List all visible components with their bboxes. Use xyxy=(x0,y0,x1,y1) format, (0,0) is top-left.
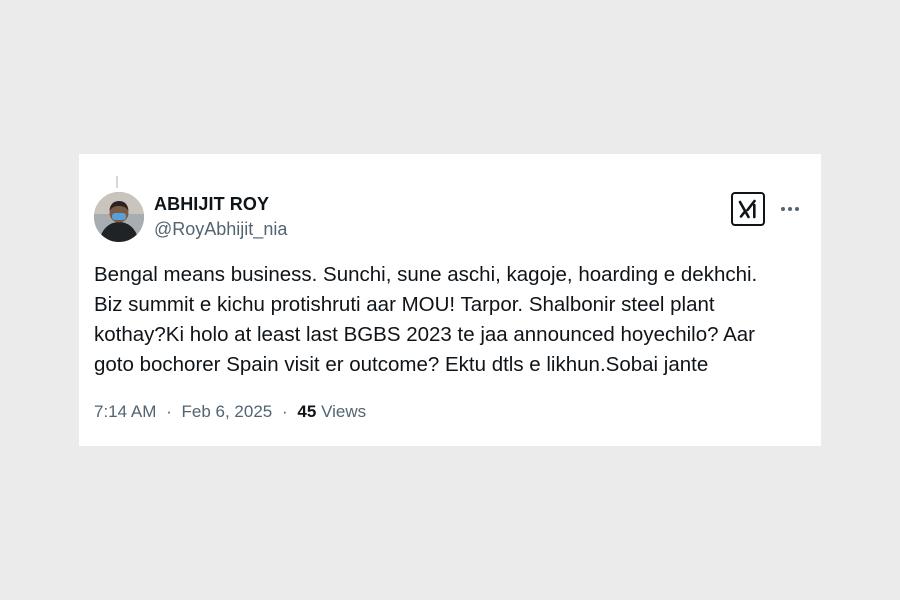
more-horizontal-icon xyxy=(781,207,799,211)
tweet-text: Bengal means business. Sunchi, sune asch… xyxy=(94,263,758,376)
views-count: 45 xyxy=(297,402,317,421)
more-options-button[interactable] xyxy=(779,198,801,220)
author-name[interactable]: ABHIJIT ROY xyxy=(154,194,269,215)
tweet-card: ABHIJIT ROY @RoyAbhijit_nia Bengal means… xyxy=(79,154,821,446)
views-label: Views xyxy=(321,402,367,421)
author-handle[interactable]: @RoyAbhijit_nia xyxy=(154,219,287,240)
meta-separator: · xyxy=(166,402,172,421)
tweet-meta: 7:14 AM · Feb 6, 2025 · 45 Views xyxy=(94,402,366,422)
grok-icon xyxy=(738,199,756,219)
tweet-time[interactable]: 7:14 AM xyxy=(94,402,156,421)
tweet-date[interactable]: Feb 6, 2025 xyxy=(182,402,273,421)
meta-separator: · xyxy=(282,402,288,421)
thread-line xyxy=(116,176,118,188)
avatar[interactable] xyxy=(94,192,144,242)
grok-button[interactable] xyxy=(731,192,765,226)
